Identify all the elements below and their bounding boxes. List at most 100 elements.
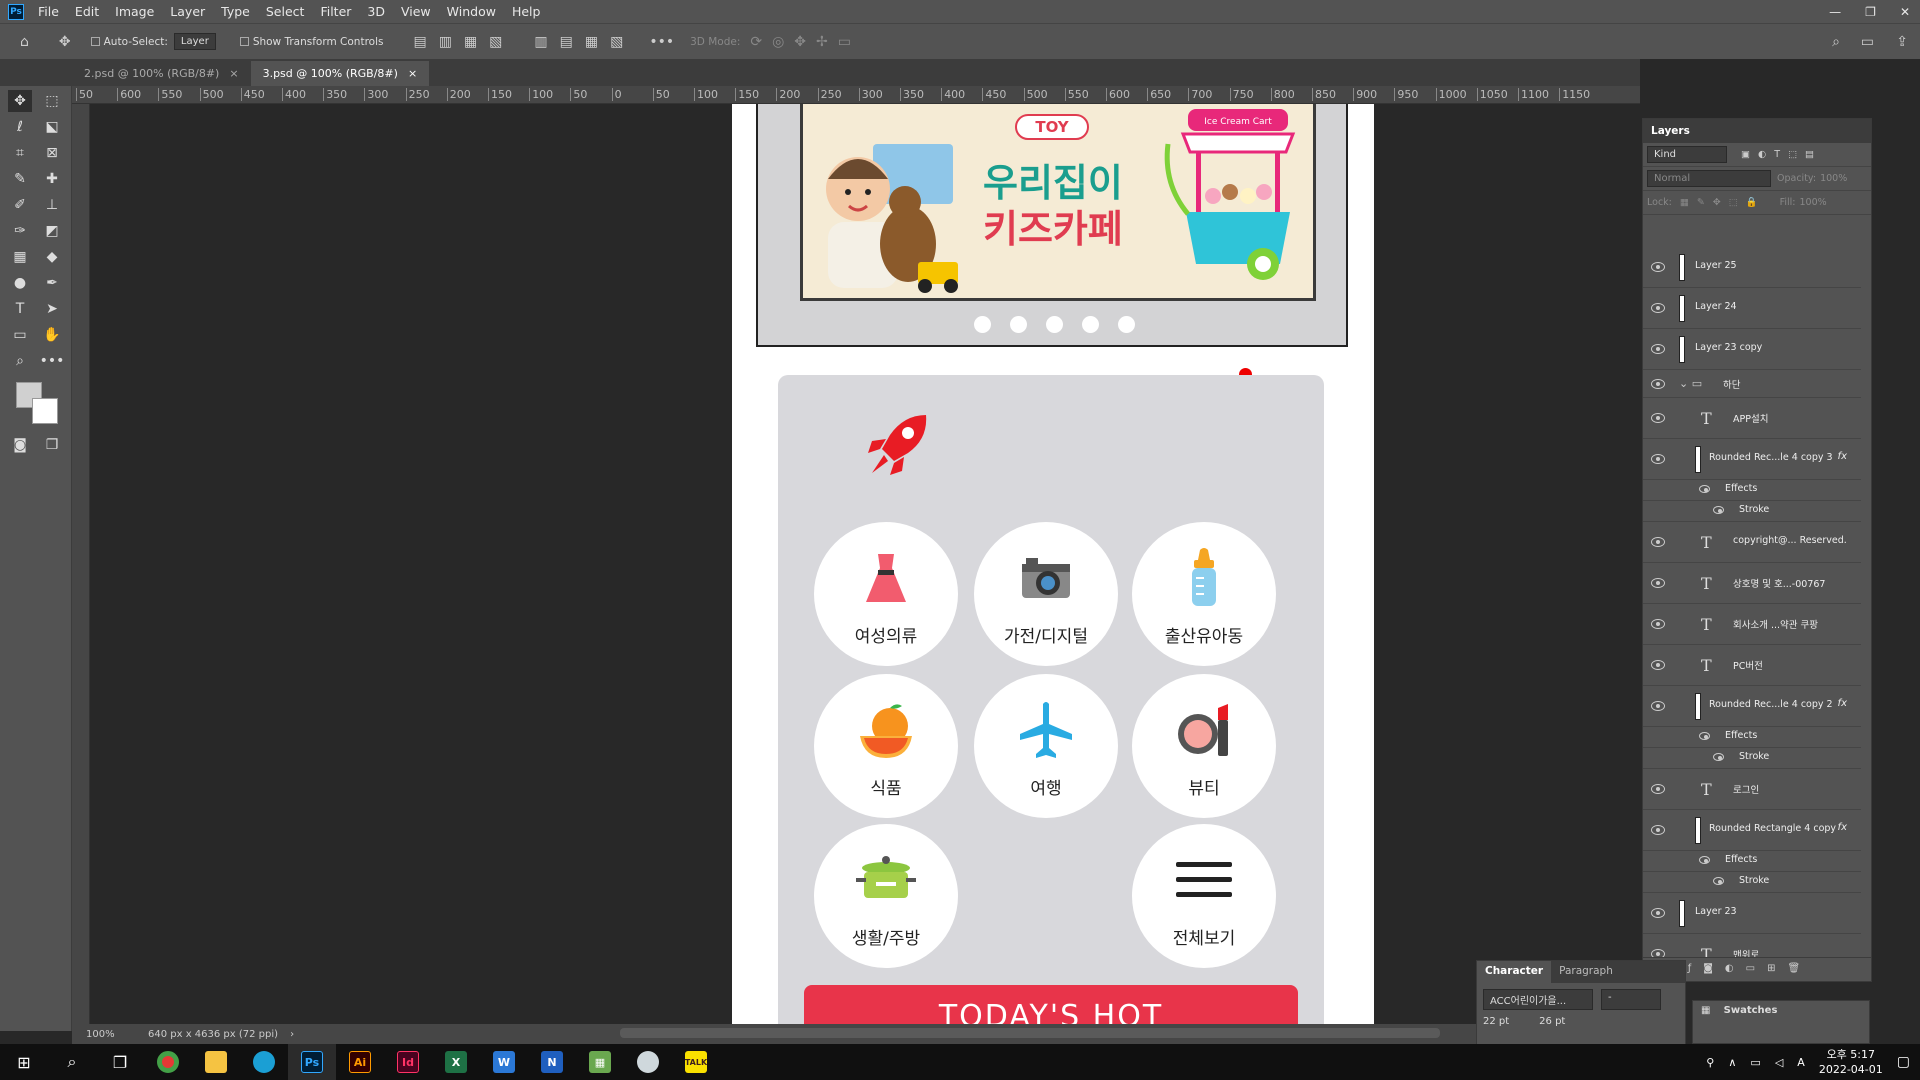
- align-icons[interactable]: ▤▥▦▧: [413, 34, 514, 50]
- close-icon[interactable]: ✕: [1900, 5, 1910, 19]
- crop-tool-icon[interactable]: ⌗: [8, 142, 32, 164]
- category-view-all[interactable]: 전체보기: [1132, 824, 1276, 968]
- category-food[interactable]: 식품: [814, 674, 958, 818]
- restore-icon[interactable]: ❐: [1865, 5, 1876, 19]
- category-living-kitchen[interactable]: 생활/주방: [814, 824, 958, 968]
- layer-row[interactable]: T 로그인: [1643, 769, 1861, 810]
- excel-icon[interactable]: X: [432, 1044, 480, 1080]
- visibility-eye-icon[interactable]: [1651, 454, 1665, 464]
- layer-row[interactable]: Layer 24: [1643, 288, 1861, 329]
- horizontal-scrollbar[interactable]: [620, 1028, 1440, 1038]
- canvas-area[interactable]: TOY 우리집이 키즈카페 Ice Cream Cart 여성의류 가전/디지털…: [90, 104, 1640, 1024]
- category-beauty[interactable]: 뷰티: [1132, 674, 1276, 818]
- auto-select-dropdown[interactable]: Layer: [173, 33, 216, 50]
- visibility-eye-icon[interactable]: [1713, 877, 1724, 885]
- menu-layer[interactable]: Layer: [162, 4, 213, 19]
- tab-close-icon[interactable]: ×: [408, 67, 417, 80]
- tab-2-psd[interactable]: 2.psd @ 100% (RGB/8#) ×: [72, 61, 251, 86]
- menu-filter[interactable]: Filter: [312, 4, 359, 19]
- opacity-value[interactable]: 100%: [1820, 173, 1847, 184]
- frame-tool-icon[interactable]: ⊠: [40, 142, 64, 164]
- layer-row[interactable]: Stroke: [1643, 872, 1861, 893]
- sheet-app-icon[interactable]: ▦: [576, 1044, 624, 1080]
- category-travel[interactable]: 여행: [974, 674, 1118, 818]
- layer-row[interactable]: Tcopyright@... Reserved.: [1643, 522, 1861, 563]
- category-womens-clothing[interactable]: 여성의류: [814, 522, 958, 666]
- slider-dot[interactable]: [1118, 316, 1135, 333]
- healing-brush-icon[interactable]: ✚: [40, 168, 64, 190]
- show-transform-checkbox[interactable]: Show Transform Controls: [239, 36, 383, 48]
- category-electronics[interactable]: 가전/디지털: [974, 522, 1118, 666]
- visibility-eye-icon[interactable]: [1713, 506, 1724, 514]
- layer-row[interactable]: T APP설치: [1643, 398, 1861, 439]
- font-size-field[interactable]: 22 pt: [1483, 1016, 1509, 1027]
- screen-mode-icon[interactable]: ❐: [40, 434, 64, 456]
- volume-icon[interactable]: ◁: [1775, 1056, 1783, 1069]
- layer-row[interactable]: Rounded Rec...le 4 copy 2 fx: [1643, 686, 1861, 727]
- layer-row[interactable]: Effects: [1643, 851, 1861, 872]
- layer-row[interactable]: ⌄ ▭ 하단: [1643, 370, 1861, 398]
- search-icon[interactable]: ⌕: [48, 1044, 96, 1080]
- layer-row[interactable]: Effects: [1643, 727, 1861, 748]
- layer-row[interactable]: Layer 23 copy: [1643, 329, 1861, 370]
- menu-window[interactable]: Window: [439, 4, 504, 19]
- layer-fx-badge[interactable]: fx: [1838, 698, 1847, 709]
- notepad-app-icon[interactable]: N: [528, 1044, 576, 1080]
- visibility-eye-icon[interactable]: [1713, 753, 1724, 761]
- home-icon[interactable]: ⌂: [20, 34, 29, 50]
- visibility-eye-icon[interactable]: [1651, 825, 1665, 835]
- notifications-icon[interactable]: ▢: [1897, 1054, 1910, 1070]
- windows-start-icon[interactable]: ⊞: [0, 1044, 48, 1080]
- eraser-tool-icon[interactable]: ◩: [40, 220, 64, 242]
- font-family-dropdown[interactable]: ACC어린이가을...: [1483, 989, 1593, 1010]
- menu-type[interactable]: Type: [213, 4, 258, 19]
- folder-icon[interactable]: ⌄ ▭: [1679, 377, 1702, 390]
- visibility-eye-icon[interactable]: [1699, 485, 1710, 493]
- clock[interactable]: 오후 5:17 2022-04-01: [1819, 1047, 1883, 1077]
- layer-fx-badge[interactable]: fx: [1838, 451, 1847, 462]
- path-select-icon[interactable]: ➤: [40, 298, 64, 320]
- menu-edit[interactable]: Edit: [67, 4, 107, 19]
- menu-help[interactable]: Help: [504, 4, 549, 19]
- filter-kind-dropdown[interactable]: Kind: [1647, 146, 1727, 163]
- dodge-tool-icon[interactable]: ●: [8, 272, 32, 294]
- object-select-icon[interactable]: ⬕: [40, 116, 64, 138]
- lock-icons[interactable]: ▦✎✥⬚🔒: [1680, 197, 1766, 208]
- file-explorer-icon[interactable]: [192, 1044, 240, 1080]
- artboard[interactable]: TOY 우리집이 키즈카페 Ice Cream Cart 여성의류 가전/디지털…: [732, 104, 1374, 1024]
- layer-row[interactable]: T PC버전: [1643, 645, 1861, 686]
- fill-value[interactable]: 100%: [1799, 197, 1826, 208]
- 3d-mode-icons[interactable]: ⟳◎✥✢▭: [750, 34, 861, 50]
- visibility-eye-icon[interactable]: [1651, 619, 1665, 629]
- visibility-eye-icon[interactable]: [1651, 660, 1665, 670]
- move-tool-icon[interactable]: ✥: [59, 34, 71, 50]
- more-tools-icon[interactable]: •••: [40, 350, 65, 372]
- word-app-icon[interactable]: W: [480, 1044, 528, 1080]
- tab-character[interactable]: Character: [1477, 961, 1552, 983]
- visibility-eye-icon[interactable]: [1651, 908, 1665, 918]
- menu-select[interactable]: Select: [258, 4, 313, 19]
- background-color-swatch[interactable]: [32, 398, 58, 424]
- stamp-tool-icon[interactable]: ⊥: [40, 194, 64, 216]
- category-baby-kids[interactable]: 출산유아동: [1132, 522, 1276, 666]
- search-icon[interactable]: ⌕: [1832, 34, 1840, 50]
- filter-type-icons[interactable]: ▣◐T⬚▤: [1741, 149, 1822, 160]
- distribute-icons[interactable]: ▥▤▦▧: [534, 34, 635, 50]
- tab-close-icon[interactable]: ×: [229, 67, 238, 80]
- hand-tool-icon[interactable]: ✋: [40, 324, 64, 346]
- quick-mask-icon[interactable]: ◙: [8, 434, 32, 456]
- menu-view[interactable]: View: [393, 4, 439, 19]
- layer-fx-badge[interactable]: fx: [1838, 822, 1847, 833]
- layer-row[interactable]: Effects: [1643, 480, 1861, 501]
- slider-dot[interactable]: [1010, 316, 1027, 333]
- auto-select-checkbox[interactable]: Auto-Select:: [90, 36, 168, 48]
- history-brush-icon[interactable]: ✑: [8, 220, 32, 242]
- type-tool-icon[interactable]: T: [8, 298, 32, 320]
- tab-3-psd[interactable]: 3.psd @ 100% (RGB/8#) ×: [250, 61, 430, 86]
- visibility-eye-icon[interactable]: [1699, 732, 1710, 740]
- visibility-eye-icon[interactable]: [1651, 784, 1665, 794]
- layer-row[interactable]: Stroke: [1643, 501, 1861, 522]
- layer-row[interactable]: T 회사소개 ...약관 쿠팡: [1643, 604, 1861, 645]
- rectangle-tool-icon[interactable]: ▭: [8, 324, 32, 346]
- brush-tool-icon[interactable]: ✐: [8, 194, 32, 216]
